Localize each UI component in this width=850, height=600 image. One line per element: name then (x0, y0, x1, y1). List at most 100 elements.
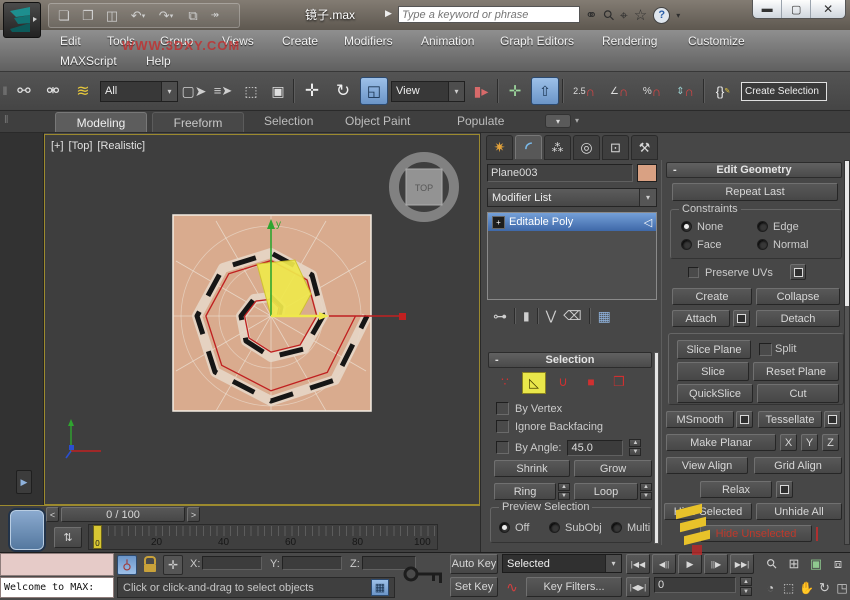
ribbon-minimize-flyout-icon[interactable]: ▾ (575, 116, 579, 125)
tab-display-icon[interactable]: ⊡ (602, 135, 629, 160)
angle-snap-icon[interactable]: ∠∩ (604, 84, 634, 99)
named-selection-set-field[interactable]: Create Selection (741, 82, 827, 101)
orbit-icon[interactable]: ↻ (816, 578, 833, 598)
menu-item-maxscript[interactable]: MAXScript (60, 54, 117, 68)
rect-selection-region-icon[interactable]: ⬚ (239, 83, 263, 100)
new-key-curve-icon[interactable]: ∿ (502, 577, 522, 597)
stack-item-editable-poly[interactable]: + Editable Poly ◁ (488, 213, 656, 231)
menu-item-modifiers[interactable]: Modifiers (344, 34, 393, 48)
maxscript-mini-listener-pink[interactable] (0, 553, 114, 576)
previous-frame-button[interactable]: ◀|| (652, 554, 676, 574)
auto-key-button[interactable]: Auto Key (450, 554, 498, 574)
isolate-selection-toggle[interactable]: ⚲ (117, 555, 137, 575)
help-flyout-icon[interactable]: ▾ (676, 11, 680, 20)
edit-geometry-rollout-header[interactable]: -Edit Geometry (666, 162, 842, 178)
attach-button[interactable]: Attach (672, 310, 730, 327)
redo-button[interactable]: ↷▾ (153, 8, 179, 24)
preserve-uvs-settings-button[interactable] (790, 264, 806, 280)
zoom-region-icon[interactable]: ◔ (762, 578, 779, 598)
minimize-button[interactable]: ▬ (753, 0, 781, 18)
tab-motion-icon[interactable]: ◎ (573, 135, 600, 160)
go-to-end-button[interactable]: ▶▶| (730, 554, 754, 574)
planar-y-button[interactable]: Y (801, 434, 818, 451)
viewport-canvas[interactable]: y TOP (45, 135, 479, 504)
absolute-relative-coords-toggle[interactable]: ✛ (163, 555, 183, 575)
detach-button[interactable]: Detach (756, 310, 840, 327)
maxscript-mini-listener-white[interactable]: Welcome to MAX: (0, 577, 114, 598)
menu-item-customize[interactable]: Customize (688, 34, 745, 48)
selection-rollout-header[interactable]: -Selection (488, 352, 652, 368)
viewport-top[interactable]: [+] [Top] [Realistic] (44, 134, 480, 505)
menu-item-graph-editors[interactable]: Graph Editors (500, 34, 574, 48)
tab-object-paint[interactable]: Object Paint (345, 114, 410, 128)
preview-subobj-radio[interactable] (549, 522, 560, 533)
configure-modifier-sets-icon[interactable]: ▦ (598, 308, 611, 325)
qat-overflow-icon[interactable]: ↠ (207, 10, 223, 21)
current-frame-field[interactable] (654, 577, 736, 593)
preview-off-radio[interactable] (499, 522, 510, 533)
reference-coordsys-dropdown[interactable]: View ▾ (391, 81, 465, 102)
current-frame-marker[interactable]: 0 (93, 525, 102, 549)
collapse-button[interactable]: Collapse (756, 288, 840, 305)
select-and-manipulate-icon[interactable]: ✛ (502, 82, 528, 100)
spinner-snap-icon[interactable]: ⇕∩ (670, 84, 700, 99)
undo-button[interactable]: ↶▾ (125, 8, 151, 24)
msmooth-settings-button[interactable] (736, 411, 753, 428)
angle-value-field[interactable] (567, 440, 623, 456)
ribbon-minimize-icon[interactable]: ▾ (545, 114, 571, 128)
planar-z-button[interactable]: Z (822, 434, 839, 451)
hide-unselected-button[interactable]: Hide Unselected (700, 525, 812, 542)
preserve-uvs-checkbox[interactable] (688, 267, 699, 278)
relax-settings-button[interactable] (776, 481, 793, 498)
grid-align-button[interactable]: Grid Align (754, 457, 842, 474)
viewport-menu-pov[interactable]: [Top] (69, 140, 93, 152)
unhide-all-button[interactable]: Unhide All (756, 503, 842, 520)
open-file-icon[interactable]: ❐ (77, 8, 99, 24)
edge-mode-icon[interactable]: ◺ (522, 372, 546, 394)
border-mode-icon[interactable]: ∪ (552, 372, 574, 392)
constraint-none-radio[interactable] (681, 221, 692, 232)
ring-button[interactable]: Ring (494, 483, 556, 500)
save-file-icon[interactable]: ◫ (101, 8, 123, 24)
toolbar-drag-handle[interactable]: ‖ (2, 84, 8, 98)
left-column-scrollbar[interactable] (654, 352, 659, 544)
tab-selection[interactable]: Selection (264, 114, 313, 128)
polygon-mode-icon[interactable]: ■ (580, 372, 602, 392)
angle-spinner[interactable]: ▲▼ (629, 439, 641, 456)
scrollbar-thumb[interactable] (845, 161, 849, 306)
unlink-selection-icon[interactable]: ⚮ (40, 81, 66, 101)
key-mode-toggle[interactable]: |◀▶| (626, 577, 650, 597)
tab-modeling[interactable]: Modeling (55, 112, 147, 132)
repeat-last-button[interactable]: Repeat Last (672, 183, 838, 201)
app-logo-button[interactable] (3, 2, 41, 38)
selection-filter-dropdown[interactable]: All ▾ (100, 81, 178, 102)
shrink-button[interactable]: Shrink (494, 460, 570, 477)
zoom-all-icon[interactable]: ⊞ (784, 554, 804, 574)
title-flyout-arrow-icon[interactable]: ▶ (385, 8, 392, 19)
zoom-extents-icon[interactable]: ▣ (806, 554, 826, 574)
planar-x-button[interactable]: X (780, 434, 797, 451)
vertex-mode-icon[interactable]: ∵ (494, 372, 516, 392)
favorites-star-icon[interactable]: ☆ (634, 6, 647, 24)
time-slider[interactable]: 0 / 100 (61, 507, 185, 522)
right-column-scrollbar-track[interactable] (844, 160, 850, 545)
selection-lock-toggle[interactable] (141, 555, 159, 575)
viewport-menu-general[interactable]: [+] (51, 140, 64, 152)
select-and-link-icon[interactable]: ⚯ (11, 81, 37, 101)
go-to-start-button[interactable]: |◀◀ (626, 554, 650, 574)
element-mode-icon[interactable]: ❒ (608, 372, 630, 392)
maximize-viewport-toggle[interactable]: ◳ (834, 578, 850, 598)
select-and-move-icon[interactable]: ✛ (298, 81, 326, 101)
create-button[interactable]: Create (672, 288, 752, 305)
viewcube[interactable]: TOP (394, 157, 454, 217)
help-icon[interactable]: ? (653, 7, 670, 24)
view-align-button[interactable]: View Align (666, 457, 748, 474)
ribbon-drag-handle[interactable]: ‖ (4, 114, 9, 126)
menu-item-animation[interactable]: Animation (421, 34, 474, 48)
edit-named-selections-icon[interactable]: {}✎ (708, 84, 738, 99)
search-input[interactable] (398, 6, 580, 23)
use-center-flyout-icon[interactable]: ▮▸ (468, 83, 494, 100)
snaps-toggle-icon[interactable]: 2.5∩ (567, 84, 601, 99)
split-checkbox[interactable] (759, 343, 772, 356)
by-angle-checkbox[interactable] (496, 441, 509, 454)
